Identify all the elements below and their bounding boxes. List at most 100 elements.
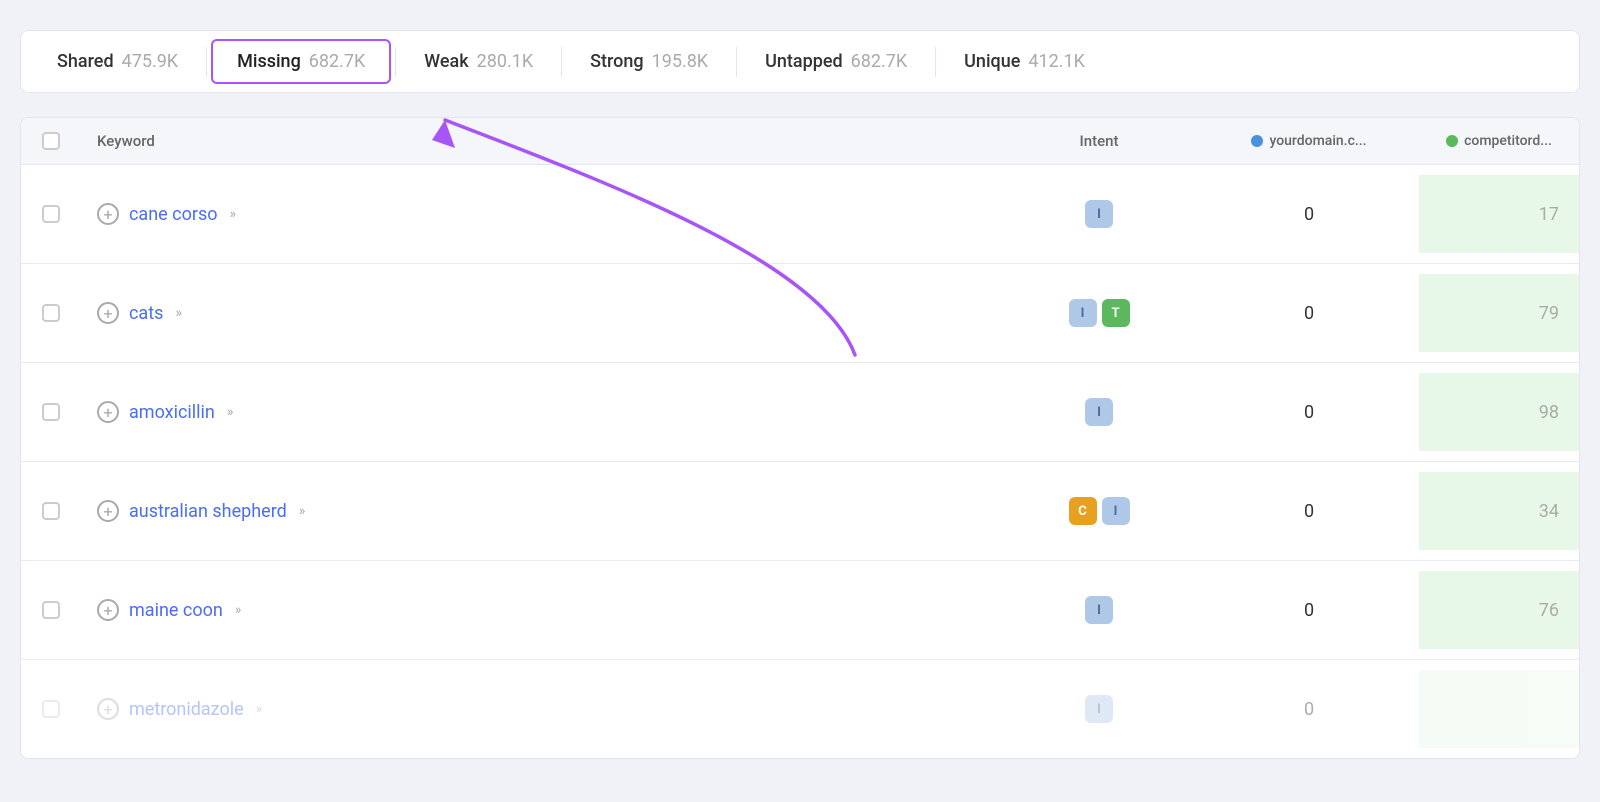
select-all-checkbox[interactable] xyxy=(42,132,60,150)
row-yourdomain-1: 0 xyxy=(1199,303,1419,324)
row-intent-5: I xyxy=(999,695,1199,723)
add-keyword-icon-1[interactable]: + xyxy=(97,302,119,324)
yourdomain-label: yourdomain.c... xyxy=(1269,133,1366,149)
tab-unique-count: 412.1K xyxy=(1028,51,1085,72)
row-competitor-3: 34 xyxy=(1419,472,1579,550)
tab-divider-3 xyxy=(561,47,562,77)
row-keyword-1: + cats » xyxy=(81,302,999,324)
row-checkbox-0 xyxy=(21,205,81,223)
table-row: + metronidazole » I 0 xyxy=(21,660,1579,758)
row-intent-0: I xyxy=(999,200,1199,228)
header-competitor: competitord... xyxy=(1419,133,1579,149)
row-intent-2: I xyxy=(999,398,1199,426)
tab-bar: Shared 475.9K Missing 682.7K Weak 280.1K… xyxy=(20,30,1580,93)
page-wrapper: Shared 475.9K Missing 682.7K Weak 280.1K… xyxy=(0,0,1600,798)
row-checkbox-4 xyxy=(21,601,81,619)
add-keyword-icon-3[interactable]: + xyxy=(97,500,119,522)
row-yourdomain-2: 0 xyxy=(1199,402,1419,423)
chevron-icon-2: » xyxy=(227,404,234,420)
header-keyword: Keyword xyxy=(81,132,999,150)
intent-badge-i-0: I xyxy=(1085,200,1113,228)
table-row: + cane corso » I 0 17 xyxy=(21,165,1579,264)
tab-strong[interactable]: Strong 195.8K xyxy=(566,41,732,82)
competitor-dot xyxy=(1446,135,1458,147)
row-competitor-1: 79 xyxy=(1419,274,1579,352)
table-row: + amoxicillin » I 0 98 xyxy=(21,363,1579,462)
intent-badge-i-3: I xyxy=(1102,497,1130,525)
table-row: + cats » I T 0 79 xyxy=(21,264,1579,363)
row-select-checkbox-1[interactable] xyxy=(42,304,60,322)
table-header: Keyword Intent yourdomain.c... competito… xyxy=(21,118,1579,165)
row-yourdomain-4: 0 xyxy=(1199,600,1419,621)
header-checkbox-cell xyxy=(21,132,81,150)
keyword-text-3[interactable]: australian shepherd xyxy=(129,501,287,522)
yourdomain-indicator: yourdomain.c... xyxy=(1215,133,1403,149)
tab-weak-count: 280.1K xyxy=(477,51,534,72)
row-competitor-0: 17 xyxy=(1419,175,1579,253)
keyword-text-2[interactable]: amoxicillin xyxy=(129,402,215,423)
keyword-text-1[interactable]: cats xyxy=(129,303,163,324)
tab-untapped-count: 682.7K xyxy=(851,51,908,72)
row-keyword-5: + metronidazole » xyxy=(81,698,999,720)
add-keyword-icon-4[interactable]: + xyxy=(97,599,119,621)
tab-shared-count: 475.9K xyxy=(122,51,179,72)
tab-shared-label: Shared xyxy=(57,51,114,72)
keyword-text-5[interactable]: metronidazole xyxy=(129,699,244,720)
tab-untapped-label: Untapped xyxy=(765,51,843,72)
tab-unique[interactable]: Unique 412.1K xyxy=(940,41,1109,82)
intent-badge-c-3: C xyxy=(1069,497,1097,525)
row-checkbox-3 xyxy=(21,502,81,520)
tab-missing-label: Missing xyxy=(237,51,301,72)
table-row: + australian shepherd » C I 0 34 xyxy=(21,462,1579,561)
row-intent-1: I T xyxy=(999,299,1199,327)
chevron-icon-5: » xyxy=(256,701,263,717)
header-yourdomain: yourdomain.c... xyxy=(1199,133,1419,149)
row-keyword-3: + australian shepherd » xyxy=(81,500,999,522)
row-checkbox-1 xyxy=(21,304,81,322)
competitor-label: competitord... xyxy=(1464,133,1552,149)
keyword-text-0[interactable]: cane corso xyxy=(129,204,218,225)
row-select-checkbox-5[interactable] xyxy=(42,700,60,718)
row-keyword-0: + cane corso » xyxy=(81,203,999,225)
chevron-icon-4: » xyxy=(235,602,242,618)
yourdomain-dot xyxy=(1251,135,1263,147)
intent-badge-i-4: I xyxy=(1085,596,1113,624)
row-checkbox-2 xyxy=(21,403,81,421)
row-keyword-4: + maine coon » xyxy=(81,599,999,621)
intent-badge-i-2: I xyxy=(1085,398,1113,426)
tab-missing[interactable]: Missing 682.7K xyxy=(211,39,391,84)
tab-strong-count: 195.8K xyxy=(652,51,709,72)
add-keyword-icon-5[interactable]: + xyxy=(97,698,119,720)
competitor-indicator: competitord... xyxy=(1435,133,1563,149)
row-yourdomain-0: 0 xyxy=(1199,204,1419,225)
tab-untapped[interactable]: Untapped 682.7K xyxy=(741,41,931,82)
tab-weak[interactable]: Weak 280.1K xyxy=(400,41,557,82)
keyword-text-4[interactable]: maine coon xyxy=(129,600,223,621)
row-select-checkbox-4[interactable] xyxy=(42,601,60,619)
row-intent-3: C I xyxy=(999,497,1199,525)
intent-badge-i-1: I xyxy=(1069,299,1097,327)
row-competitor-4: 76 xyxy=(1419,571,1579,649)
chevron-icon-3: » xyxy=(299,503,306,519)
row-keyword-2: + amoxicillin » xyxy=(81,401,999,423)
tab-divider-5 xyxy=(935,47,936,77)
intent-badge-i-5: I xyxy=(1085,695,1113,723)
tab-shared[interactable]: Shared 475.9K xyxy=(33,41,202,82)
row-yourdomain-3: 0 xyxy=(1199,501,1419,522)
row-select-checkbox-3[interactable] xyxy=(42,502,60,520)
row-select-checkbox-2[interactable] xyxy=(42,403,60,421)
chevron-icon-0: » xyxy=(230,206,237,222)
tab-missing-count: 682.7K xyxy=(309,51,366,72)
keyword-table: Keyword Intent yourdomain.c... competito… xyxy=(20,117,1580,759)
add-keyword-icon-2[interactable]: + xyxy=(97,401,119,423)
row-competitor-5 xyxy=(1419,670,1579,748)
table-row: + maine coon » I 0 76 xyxy=(21,561,1579,660)
row-select-checkbox-0[interactable] xyxy=(42,205,60,223)
tab-unique-label: Unique xyxy=(964,51,1020,72)
tab-strong-label: Strong xyxy=(590,51,643,72)
add-keyword-icon-0[interactable]: + xyxy=(97,203,119,225)
header-intent: Intent xyxy=(999,132,1199,150)
chevron-icon-1: » xyxy=(175,305,182,321)
row-yourdomain-5: 0 xyxy=(1199,699,1419,720)
row-competitor-2: 98 xyxy=(1419,373,1579,451)
